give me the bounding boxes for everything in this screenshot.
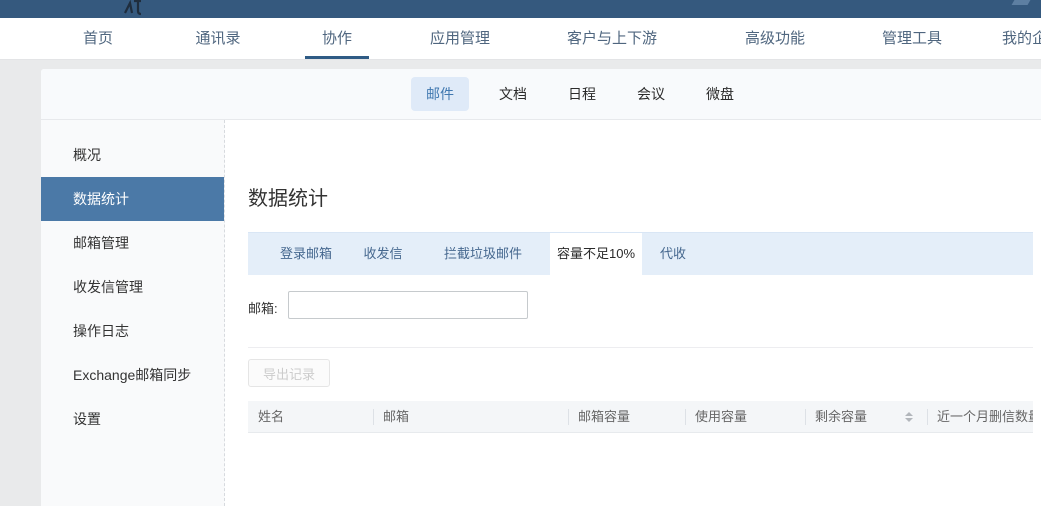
- logo-partial-mark: [123, 0, 143, 18]
- sidebar: 概况 数据统计 邮箱管理 收发信管理 操作日志 Exchange邮箱同步 设置: [41, 120, 225, 506]
- column-header-mailbox: 邮箱: [373, 401, 568, 433]
- tab-docs[interactable]: 文档: [499, 84, 527, 104]
- nav-item-customers[interactable]: 客户与上下游: [567, 18, 657, 59]
- column-header-name: 姓名: [248, 401, 373, 433]
- sidebar-item-settings[interactable]: 设置: [41, 397, 224, 441]
- sidebar-item-data-statistics[interactable]: 数据统计: [41, 177, 224, 221]
- nav-item-advanced[interactable]: 高级功能: [745, 18, 805, 59]
- table-header-row: 姓名 邮箱 邮箱容量 使用容量 剩余容量 近一个月删信数量: [248, 401, 1033, 433]
- tab-drive[interactable]: 微盘: [706, 84, 734, 104]
- mailbox-filter-input[interactable]: [288, 291, 528, 319]
- stat-tab-spam-intercept[interactable]: 拦截垃圾邮件: [444, 233, 522, 275]
- sidebar-item-overview[interactable]: 概况: [41, 133, 224, 177]
- page-title: 数据统计: [248, 182, 328, 211]
- admin-console-page: { "nav": { "items": [ { "label": "首页", "…: [0, 0, 1041, 506]
- nav-item-home[interactable]: 首页: [83, 18, 113, 59]
- export-records-button[interactable]: 导出记录: [248, 359, 330, 387]
- sort-icon[interactable]: [905, 412, 913, 422]
- nav-item-collaboration[interactable]: 协作: [322, 18, 352, 59]
- sidebar-item-operation-log[interactable]: 操作日志: [41, 309, 224, 353]
- stat-tab-login-mailbox[interactable]: 登录邮箱: [280, 233, 332, 275]
- sidebar-item-exchange-sync[interactable]: Exchange邮箱同步: [41, 353, 224, 397]
- stat-tab-low-capacity[interactable]: 容量不足10%: [550, 233, 642, 275]
- column-header-deleted-mail-count: 近一个月删信数量: [927, 401, 1033, 433]
- column-header-remaining-capacity: 剩余容量: [805, 401, 927, 433]
- nav-item-contacts[interactable]: 通讯录: [195, 18, 240, 59]
- stat-tab-proxy-collect[interactable]: 代收: [660, 233, 686, 275]
- mailbox-filter-label: 邮箱:: [248, 298, 278, 317]
- stat-tab-send-receive[interactable]: 收发信: [363, 233, 402, 275]
- column-header-mailbox-capacity: 邮箱容量: [568, 401, 685, 433]
- sort-desc-icon: [905, 418, 913, 422]
- topbar: [0, 0, 1041, 18]
- tab-meeting[interactable]: 会议: [637, 84, 665, 104]
- tab-schedule[interactable]: 日程: [568, 84, 596, 104]
- tab-mail[interactable]: 邮件: [411, 77, 469, 111]
- section-divider: [248, 347, 1033, 348]
- statistics-tabbar: 登录邮箱 收发信 拦截垃圾邮件 容量不足10% 代收: [248, 232, 1033, 275]
- primary-nav: 首页 通讯录 协作 应用管理 客户与上下游 高级功能 管理工具 我的企业: [0, 18, 1041, 60]
- sidebar-item-send-receive-management[interactable]: 收发信管理: [41, 265, 224, 309]
- nav-item-admin-tools[interactable]: 管理工具: [882, 18, 942, 59]
- topbar-partial-glyph: [1012, 0, 1031, 5]
- nav-item-app-management[interactable]: 应用管理: [430, 18, 490, 59]
- content-panel: 邮件 文档 日程 会议 微盘 概况 数据统计 邮箱管理 收发信管理 操作日志 E…: [41, 69, 1041, 506]
- sort-asc-icon: [905, 412, 913, 416]
- nav-item-my-company[interactable]: 我的企业: [1002, 18, 1041, 59]
- main-content: 数据统计 数据统计截止至2023年09月06日 登录邮箱 收发信 拦截垃圾邮件 …: [225, 120, 1041, 506]
- column-header-remaining-capacity-label: 剩余容量: [815, 409, 867, 424]
- workspace-tabbar: 邮件 文档 日程 会议 微盘: [41, 69, 1041, 120]
- column-header-used-capacity: 使用容量: [685, 401, 805, 433]
- sidebar-item-mailbox-management[interactable]: 邮箱管理: [41, 221, 224, 265]
